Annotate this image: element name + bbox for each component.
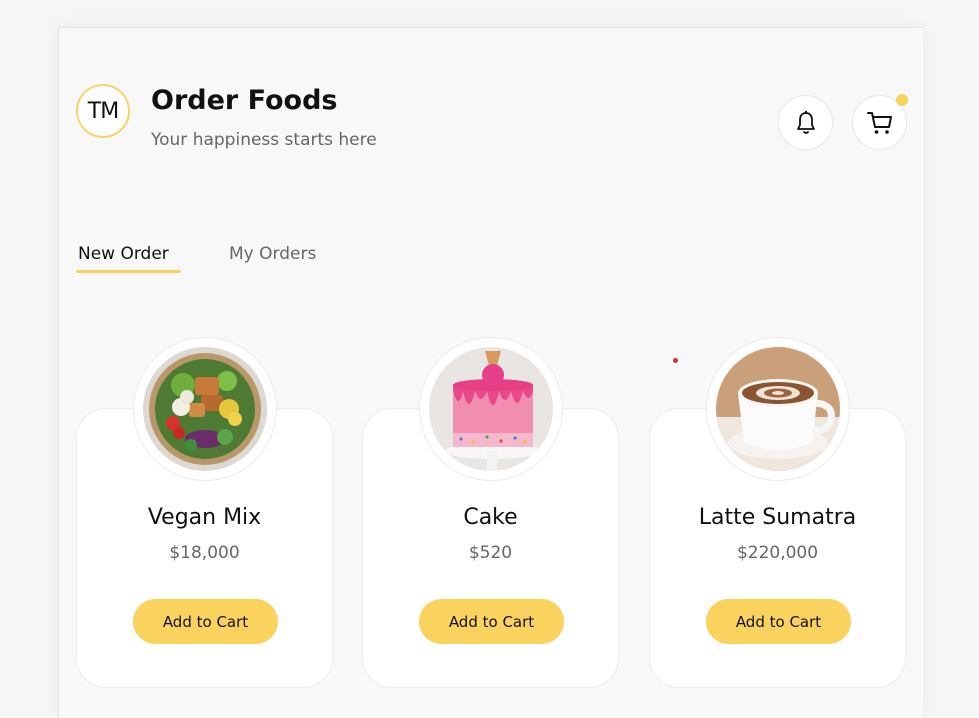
product-card-vegan-mix: Vegan Mix $18,000 Add to Cart: [76, 337, 333, 688]
pink-drip-cake-image: [429, 347, 553, 471]
notifications-button[interactable]: [778, 95, 833, 150]
product-image-frame: [706, 337, 850, 481]
tab-my-orders[interactable]: My Orders: [229, 244, 316, 264]
product-image-frame: [133, 337, 277, 481]
page-subtitle: Your happiness starts here: [151, 130, 377, 150]
bell-icon: [796, 110, 815, 134]
latte-cup-image: [716, 347, 840, 471]
red-dot-marker: [673, 358, 678, 363]
product-name: Vegan Mix: [147, 505, 262, 530]
logo-text: TM: [87, 98, 119, 124]
product-price: $18,000: [169, 543, 240, 563]
product-price: $520: [468, 543, 513, 563]
product-image-frame: [419, 337, 563, 481]
cart-button[interactable]: [852, 94, 908, 150]
add-to-cart-button[interactable]: Add to Cart: [419, 599, 564, 644]
product-card-cake: Cake $520 Add to Cart: [362, 337, 619, 688]
product-card-latte-sumatra: Latte Sumatra $220,000 Add to Cart: [649, 337, 906, 688]
brand-logo: TM: [76, 84, 130, 138]
page-title: Order Foods: [151, 85, 338, 116]
app-panel: TM Order Foods Your happiness starts her…: [58, 27, 923, 718]
add-to-cart-button[interactable]: Add to Cart: [133, 599, 278, 644]
product-name: Cake: [463, 505, 518, 530]
cart-badge: [896, 94, 908, 106]
salad-bowl-image: [143, 347, 267, 471]
add-to-cart-button[interactable]: Add to Cart: [706, 599, 851, 644]
tab-new-order[interactable]: New Order: [78, 244, 169, 264]
active-tab-indicator: [76, 270, 181, 273]
product-name: Latte Sumatra: [698, 505, 857, 530]
product-price: $220,000: [736, 543, 819, 563]
cart-icon: [866, 111, 892, 134]
